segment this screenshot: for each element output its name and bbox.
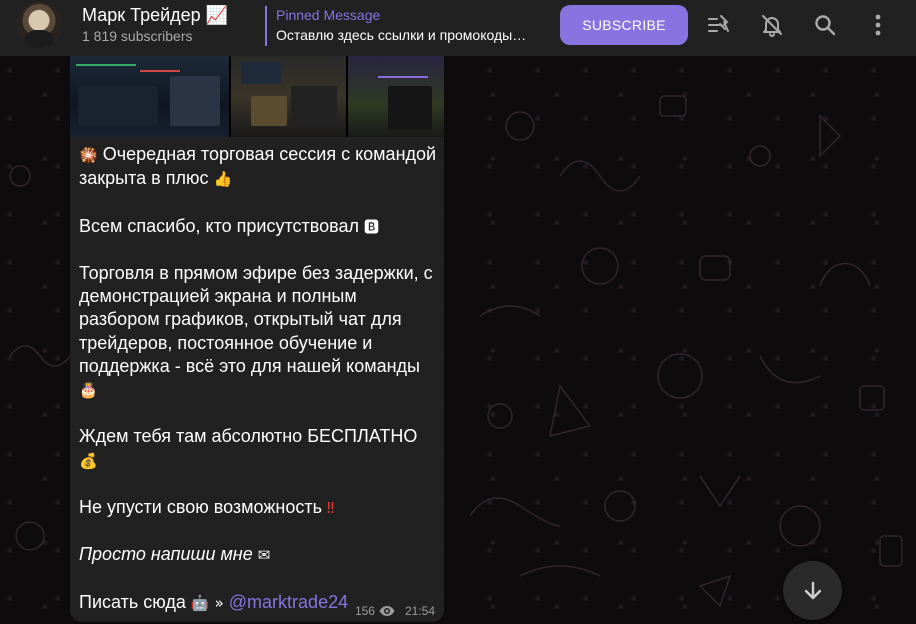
message-time: 21:54 xyxy=(404,604,435,618)
media-album[interactable] xyxy=(70,56,444,137)
arrow-down-icon xyxy=(804,581,821,599)
voice-chat-icon[interactable] xyxy=(704,10,734,40)
cake-emoji: 🎂 xyxy=(79,381,98,399)
thumbs-up-emoji: 👍 xyxy=(213,170,233,189)
channel-title[interactable]: Марк Трейдер 📈 xyxy=(82,5,228,26)
message-line: Не упусти свою возможность xyxy=(79,496,322,517)
bro-emoji: 🅱 xyxy=(364,217,380,236)
message-meta: 156 21:54 xyxy=(355,604,435,618)
subscriber-count: 1 819 subscribers xyxy=(82,28,193,44)
media-photo-2[interactable] xyxy=(231,56,346,137)
more-vert-icon[interactable] xyxy=(863,10,893,40)
message-text: 🎇 Очередная торговая сессия с командой з… xyxy=(79,143,439,615)
message-line: Просто напиши мне xyxy=(79,544,253,565)
mention-link[interactable]: @marktrade24 xyxy=(229,592,348,612)
double-arrow-emoji: » xyxy=(214,593,224,612)
message-line: Очередная торговая сессия с командой зак… xyxy=(79,144,437,189)
media-photo-3[interactable] xyxy=(348,56,444,137)
robot-emoji: 🤖 xyxy=(190,593,210,612)
chat-header: Марк Трейдер 📈 1 819 subscribers Pinned … xyxy=(0,0,916,56)
envelope-emoji: ✉ xyxy=(257,546,271,565)
pinned-text: Оставлю здесь ссылки и промокоды… xyxy=(276,27,527,43)
message-line: Ждем тебя там абсолютно БЕСПЛАТНО xyxy=(79,426,418,447)
message-line: Всем спасибо, кто присутствовал xyxy=(79,215,360,236)
channel-post: 🎇 Очередная торговая сессия с командой з… xyxy=(70,56,444,622)
view-count: 156 xyxy=(354,604,375,618)
eye-icon xyxy=(379,606,395,616)
subscribe-button[interactable]: SUBSCRIBE xyxy=(560,5,688,45)
money-emoji: 💰 xyxy=(79,451,98,470)
pinned-label: Pinned Message xyxy=(276,7,381,23)
mute-bell-icon[interactable] xyxy=(757,10,787,40)
pinned-message[interactable]: Pinned Message Оставлю здесь ссылки и пр… xyxy=(265,6,545,46)
message-line: Торговля в прямом эфире без задержки, с … xyxy=(79,262,433,376)
message-line: Писать сюда xyxy=(79,591,186,612)
scroll-down-button[interactable] xyxy=(783,561,842,620)
channel-avatar[interactable] xyxy=(16,2,62,48)
fireworks-emoji: 🎇 xyxy=(79,146,98,164)
media-photo-1[interactable] xyxy=(70,56,229,137)
exclamation-emoji: ‼ xyxy=(326,498,335,517)
search-icon[interactable] xyxy=(810,10,840,40)
